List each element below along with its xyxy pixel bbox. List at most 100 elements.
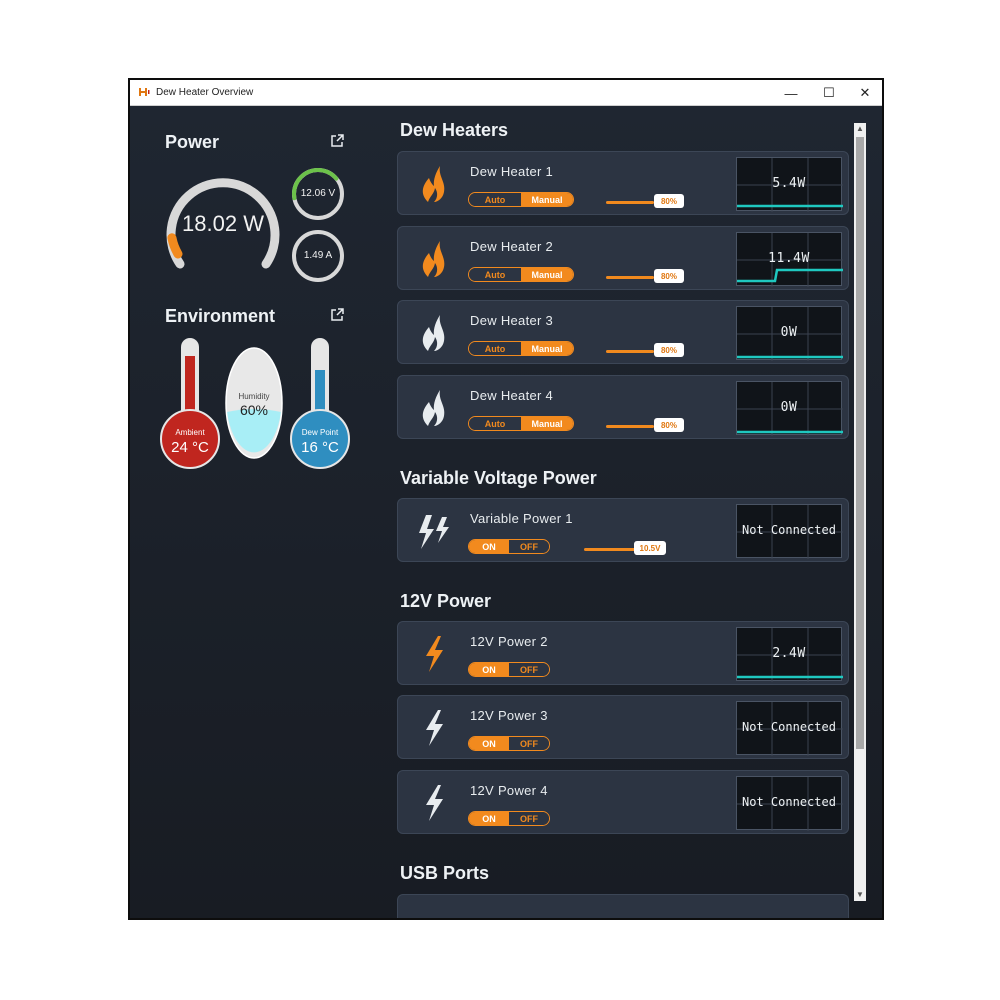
double-bolt-icon <box>419 515 449 549</box>
maximize-button[interactable]: ☐ <box>810 80 848 106</box>
window-title: Dew Heater Overview <box>156 87 254 98</box>
app-logo-icon <box>139 88 150 96</box>
off-option[interactable]: OFF <box>509 540 549 553</box>
on-off-toggle[interactable]: ON OFF <box>468 662 550 677</box>
current-value: 1.49 A <box>303 250 333 261</box>
bolt-icon <box>426 710 443 746</box>
flame-icon <box>422 241 445 277</box>
auto-manual-toggle[interactable]: Auto Manual <box>468 416 574 431</box>
dew-heater-card-4: Dew Heater 4 Auto Manual 80% 0W <box>397 375 849 439</box>
monitor-value: 11.4W <box>768 251 810 266</box>
scrollbar-thumb[interactable] <box>856 137 864 749</box>
monitor-value: 0W <box>780 325 798 340</box>
twelve-v-heading: 12V Power <box>400 591 492 611</box>
usb-heading: USB Ports <box>400 863 490 883</box>
off-option[interactable]: OFF <box>509 737 549 750</box>
dew-point-value: 16 °C <box>301 439 339 456</box>
bolt-icon <box>426 636 443 672</box>
dew-heater-card-2: Dew Heater 2 Auto Manual 80% 11.4W <box>397 226 849 290</box>
heater-name: Dew Heater 4 <box>470 388 554 403</box>
close-button[interactable]: ✕ <box>846 80 882 106</box>
manual-option[interactable]: Manual <box>521 268 573 281</box>
usb-card-partial <box>397 894 849 918</box>
auto-manual-toggle[interactable]: Auto Manual <box>468 267 574 282</box>
on-option[interactable]: ON <box>469 540 509 553</box>
power-name: Variable Power 1 <box>470 511 573 526</box>
manual-option[interactable]: Manual <box>521 193 573 206</box>
power-monitor: 5.4W <box>736 157 843 212</box>
twelve-v-card-3: 12V Power 3 ON OFF Not Connected <box>397 695 849 759</box>
power-monitor: Not Connected <box>736 776 843 831</box>
title-bar: Dew Heater Overview — ☐ ✕ <box>130 80 882 106</box>
manual-option[interactable]: Manual <box>521 417 573 430</box>
steam-icon <box>422 315 445 351</box>
external-link-icon[interactable] <box>330 308 344 322</box>
variable-power-heading: Variable Voltage Power <box>400 468 597 488</box>
monitor-value: Not Connected <box>742 523 836 537</box>
power-heading: Power <box>165 132 220 152</box>
app-window: Dew Heater Overview — ☐ ✕ Power 18.02 W … <box>128 78 884 920</box>
monitor-value: Not Connected <box>742 795 836 809</box>
heater-name: Dew Heater 2 <box>470 239 554 254</box>
power-name: 12V Power 2 <box>470 634 548 649</box>
steam-icon <box>422 390 445 426</box>
scrollbar[interactable]: ▲ ▼ <box>854 123 866 901</box>
monitor-value: 0W <box>780 400 798 415</box>
off-option[interactable]: OFF <box>509 812 549 825</box>
power-name: 12V Power 3 <box>470 708 548 723</box>
scroll-down-icon[interactable]: ▼ <box>854 889 866 901</box>
external-link-icon[interactable] <box>330 134 344 148</box>
minimize-button[interactable]: — <box>772 80 810 106</box>
on-off-toggle[interactable]: ON OFF <box>468 811 550 826</box>
power-monitor: Not Connected <box>736 701 843 756</box>
auto-option[interactable]: Auto <box>469 417 521 430</box>
on-option[interactable]: ON <box>469 812 509 825</box>
power-name: 12V Power 4 <box>470 783 548 798</box>
twelve-v-card-4: 12V Power 4 ON OFF Not Connected <box>397 770 849 834</box>
power-slider-track[interactable] <box>606 350 654 353</box>
flame-icon <box>422 166 445 202</box>
power-slider-thumb[interactable]: 80% <box>654 194 684 208</box>
voltage-value: 12.06 V <box>300 188 336 199</box>
on-option[interactable]: ON <box>469 737 509 750</box>
voltage-slider-thumb[interactable]: 10.5V <box>634 541 666 555</box>
heater-name: Dew Heater 3 <box>470 313 554 328</box>
auto-option[interactable]: Auto <box>469 268 521 281</box>
auto-manual-toggle[interactable]: Auto Manual <box>468 192 574 207</box>
power-slider-track[interactable] <box>606 276 654 279</box>
power-slider-thumb[interactable]: 80% <box>654 343 684 357</box>
power-slider-thumb[interactable]: 80% <box>654 418 684 432</box>
twelve-v-card-2: 12V Power 2 ON OFF 2.4W <box>397 621 849 685</box>
humidity-value: 60% <box>239 402 269 418</box>
power-monitor: Not Connected <box>736 504 843 559</box>
on-off-toggle[interactable]: ON OFF <box>468 539 550 554</box>
power-monitor: 0W <box>736 306 843 361</box>
environment-heading: Environment <box>165 306 276 326</box>
scroll-up-icon[interactable]: ▲ <box>854 123 866 135</box>
power-watts: 18.02 W <box>182 211 264 236</box>
variable-power-card-1: Variable Power 1 ON OFF 10.5V Not Connec… <box>397 498 849 562</box>
ambient-value: 24 °C <box>171 439 209 456</box>
ambient-label: Ambient <box>175 428 205 437</box>
on-off-toggle[interactable]: ON OFF <box>468 736 550 751</box>
dew-point-label: Dew Point <box>301 428 339 437</box>
power-slider-thumb[interactable]: 80% <box>654 269 684 283</box>
dew-heaters-heading: Dew Heaters <box>400 120 509 140</box>
on-option[interactable]: ON <box>469 663 509 676</box>
monitor-value: 5.4W <box>772 176 806 191</box>
monitor-value: 2.4W <box>772 646 806 661</box>
auto-manual-toggle[interactable]: Auto Manual <box>468 341 574 356</box>
off-option[interactable]: OFF <box>509 663 549 676</box>
bolt-icon <box>426 785 443 821</box>
auto-option[interactable]: Auto <box>469 342 521 355</box>
power-slider-track[interactable] <box>606 201 654 204</box>
dew-heater-card-3: Dew Heater 3 Auto Manual 80% 0W <box>397 300 849 364</box>
power-slider-track[interactable] <box>606 425 654 428</box>
manual-option[interactable]: Manual <box>521 342 573 355</box>
monitor-value: Not Connected <box>742 720 836 734</box>
voltage-slider-track[interactable] <box>584 548 636 551</box>
main-content: Power 18.02 W 12.06 V 1.49 A Environment <box>130 106 882 918</box>
heater-name: Dew Heater 1 <box>470 164 554 179</box>
auto-option[interactable]: Auto <box>469 193 521 206</box>
power-monitor: 11.4W <box>736 232 843 287</box>
